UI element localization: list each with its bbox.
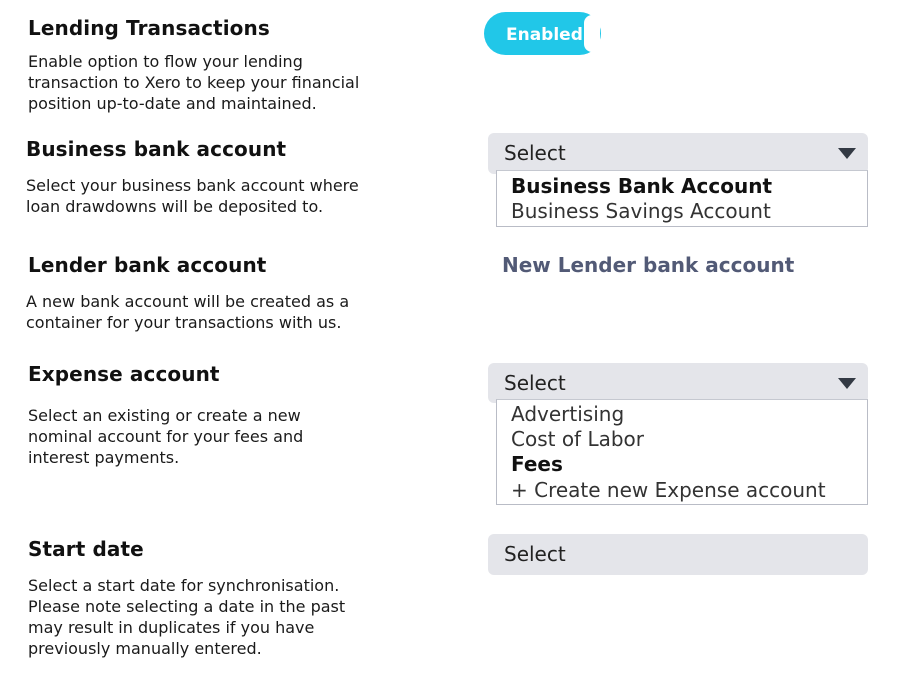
option-fees[interactable]: Fees (511, 452, 563, 477)
expense-options: Advertising Cost of Labor Fees + Create … (496, 399, 868, 505)
business-bank-title: Business bank account (26, 137, 287, 161)
new-lender-bank-account-link[interactable]: New Lender bank account (502, 253, 794, 277)
toggle-knob (584, 15, 600, 52)
business-bank-options: Business Bank Account Business Savings A… (496, 170, 868, 227)
lending-title: Lending Transactions (28, 16, 270, 40)
option-cost-of-labor[interactable]: Cost of Labor (511, 427, 644, 452)
option-business-savings-account[interactable]: Business Savings Account (511, 199, 771, 224)
select-value: Select (504, 371, 566, 395)
expense-title: Expense account (28, 362, 220, 386)
lending-toggle[interactable]: Enabled (484, 12, 601, 55)
expense-select[interactable]: Select (488, 363, 868, 403)
option-advertising[interactable]: Advertising (511, 402, 624, 427)
start-date-description: Select a start date for synchronisation.… (28, 576, 346, 658)
business-bank-description: Select your business bank account where … (26, 176, 359, 216)
select-value: Select (504, 542, 566, 566)
option-create-expense-account[interactable]: + Create new Expense account (511, 478, 826, 503)
lender-bank-description: A new bank account will be created as a … (26, 292, 350, 332)
toggle-label: Enabled (506, 25, 583, 45)
expense-description: Select an existing or create a new nomin… (28, 406, 304, 467)
start-date-select[interactable]: Select (488, 534, 868, 575)
option-business-bank-account[interactable]: Business Bank Account (511, 174, 772, 199)
lender-bank-title: Lender bank account (28, 253, 267, 277)
lending-description: Enable option to flow your lending trans… (28, 52, 360, 113)
chevron-down-icon (838, 378, 856, 389)
business-bank-select[interactable]: Select (488, 133, 868, 174)
chevron-down-icon (838, 148, 856, 159)
start-date-title: Start date (28, 537, 144, 561)
select-value: Select (504, 141, 566, 165)
